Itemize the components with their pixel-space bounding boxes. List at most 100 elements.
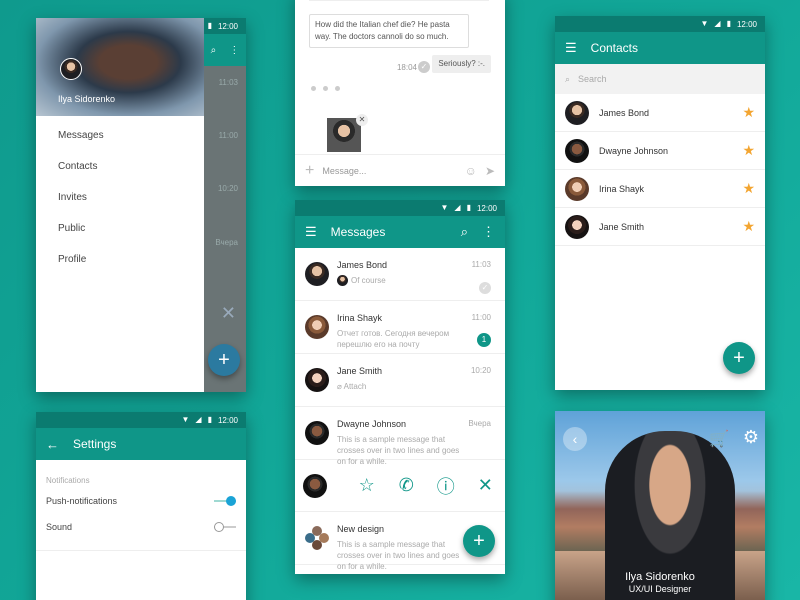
status-time: 12:00 bbox=[476, 203, 497, 213]
app-bar: ☰ Messages ⌕ ⋮ bbox=[295, 216, 505, 248]
messages-screen: ▼ ◢ ▮ 12:00 ☰ Messages ⌕ ⋮ James Bond Of… bbox=[295, 200, 505, 574]
avatar bbox=[565, 138, 589, 163]
avatar[interactable] bbox=[60, 58, 82, 80]
drawer-item-messages[interactable]: Messages bbox=[36, 126, 204, 157]
back-arrow-icon[interactable]: ‹ bbox=[563, 427, 587, 451]
drawer-item-public[interactable]: Public bbox=[36, 219, 204, 250]
app-bar: ☰ Contacts bbox=[555, 32, 765, 64]
message-preview: This is a sample message that crosses ov… bbox=[337, 540, 460, 571]
battery-icon: ▮ bbox=[466, 203, 471, 212]
message-row[interactable]: Jane Smith ⌀ Attach 10:20 bbox=[295, 354, 505, 407]
avatar bbox=[565, 100, 589, 125]
contact-row[interactable]: James Bond ★ bbox=[555, 94, 765, 132]
avatar bbox=[305, 262, 329, 286]
page-title: Messages bbox=[330, 225, 386, 239]
message-row[interactable]: James Bond Of course 11:03 ✓ bbox=[295, 248, 505, 301]
battery-icon: ▮ bbox=[207, 415, 212, 424]
signal-icon: ◢ bbox=[195, 415, 202, 424]
search-icon: ⌕ bbox=[565, 73, 571, 84]
divider bbox=[36, 550, 246, 551]
search-icon[interactable]: ⌕ bbox=[461, 224, 468, 240]
contact-row[interactable]: Irina Shayk ★ bbox=[555, 170, 765, 208]
phone-icon[interactable]: ✆ bbox=[387, 475, 427, 496]
attach-label: Attach bbox=[343, 382, 367, 391]
underlay-time: 11:00 bbox=[218, 131, 238, 140]
message-preview: Of course bbox=[351, 276, 386, 285]
message-preview: ⌀ Attach bbox=[337, 381, 465, 392]
plus-icon[interactable]: + bbox=[305, 162, 314, 180]
message-preview: This is a sample message that crosses ov… bbox=[337, 435, 460, 466]
contacts-screen: ▼ ◢ ▮ 12:00 ☰ Contacts ⌕ Search James Bo… bbox=[555, 16, 765, 390]
message-time: 11:00 bbox=[471, 313, 491, 322]
setting-row[interactable]: Push-notifications bbox=[36, 488, 246, 514]
drawer-item-profile[interactable]: Profile bbox=[36, 250, 204, 281]
search-bar[interactable]: ⌕ Search bbox=[555, 64, 765, 94]
contact-row[interactable]: Dwayne Johnson ★ bbox=[555, 132, 765, 170]
drawer-screen: ▮ 12:00 ⌕ ⋮ 11:03 11:00 10:20 Вчера ✕ + … bbox=[36, 18, 246, 392]
compose-fab-button[interactable]: + bbox=[463, 525, 495, 557]
status-time: 12:00 bbox=[217, 415, 238, 425]
drawer-user-name: Ilya Sidorenko bbox=[58, 94, 116, 104]
close-icon[interactable]: ✕ bbox=[356, 114, 368, 126]
gear-icon[interactable]: ⚙ bbox=[743, 427, 759, 448]
status-time: 12:00 bbox=[736, 19, 757, 29]
drawer-header: Ilya Sidorenko bbox=[36, 18, 204, 116]
drawer-item-invites[interactable]: Invites bbox=[36, 188, 204, 219]
sound-toggle[interactable] bbox=[214, 522, 236, 532]
divider bbox=[309, 0, 489, 1]
drawer-menu: Messages Contacts Invites Public Profile bbox=[36, 116, 204, 281]
smile-icon[interactable]: ☺ bbox=[465, 164, 477, 178]
avatar bbox=[303, 473, 327, 498]
cart-icon[interactable]: 🛒 bbox=[709, 429, 729, 449]
setting-row[interactable]: Sound bbox=[36, 514, 246, 540]
contact-row[interactable]: Jane Smith ★ bbox=[555, 208, 765, 246]
group-avatar bbox=[305, 526, 329, 550]
info-icon[interactable]: ⓘ bbox=[426, 473, 466, 499]
menu-icon[interactable]: ☰ bbox=[305, 224, 317, 240]
close-icon: ✕ bbox=[220, 303, 236, 323]
more-icon[interactable]: ⋮ bbox=[482, 224, 495, 240]
incoming-message: How did the Italian chef die? He pasta w… bbox=[309, 14, 469, 48]
chat-screen: How did the Italian chef die? He pasta w… bbox=[295, 0, 505, 186]
close-icon[interactable]: ✕ bbox=[466, 475, 506, 496]
contact-name: Irina Shayk bbox=[599, 183, 645, 194]
star-icon[interactable]: ★ bbox=[742, 180, 755, 197]
star-icon[interactable]: ★ bbox=[742, 142, 755, 159]
wifi-icon: ▼ bbox=[440, 203, 449, 212]
profile-role: UX/UI Designer bbox=[628, 584, 692, 594]
message-composer: + Message... ☺ ➤ bbox=[295, 154, 505, 186]
underlay-time: 10:20 bbox=[217, 184, 238, 193]
profile-name: Ilya Sidorenko bbox=[625, 571, 695, 583]
star-icon[interactable]: ★ bbox=[742, 104, 755, 121]
search-input[interactable]: Search bbox=[578, 74, 607, 84]
back-arrow-icon[interactable]: ← bbox=[46, 437, 59, 452]
avatar bbox=[565, 214, 589, 239]
message-row[interactable]: Irina Shayk Отчет готов. Сегодня вечером… bbox=[295, 301, 505, 354]
star-icon[interactable]: ☆ bbox=[347, 475, 387, 496]
avatar bbox=[305, 315, 329, 339]
star-icon[interactable]: ★ bbox=[742, 218, 755, 235]
message-row[interactable]: Dwayne Johnson This is a sample message … bbox=[295, 407, 505, 466]
message-time: Вчера bbox=[468, 419, 491, 428]
drawer-item-contacts[interactable]: Contacts bbox=[36, 157, 204, 188]
underlay-appbar: ⌕ ⋮ bbox=[204, 34, 246, 66]
plus-icon: + bbox=[473, 529, 485, 552]
attach-icon: ⌀ bbox=[337, 382, 344, 391]
message-input[interactable]: Message... bbox=[322, 166, 456, 176]
send-icon[interactable]: ➤ bbox=[485, 164, 495, 178]
battery-icon: ▮ bbox=[207, 21, 212, 30]
sender-name: James Bond bbox=[337, 260, 388, 270]
settings-screen: ▼ ◢ ▮ 12:00 ← Settings Notifications Pus… bbox=[36, 412, 246, 600]
wifi-icon: ▼ bbox=[181, 415, 190, 424]
message-time: 11:03 bbox=[471, 260, 491, 269]
search-icon: ⌕ bbox=[210, 44, 217, 56]
underlay-time: 11:03 bbox=[218, 78, 238, 87]
status-bar: ▼ ◢ ▮ 12:00 bbox=[555, 16, 765, 32]
contact-name: Jane Smith bbox=[599, 221, 645, 232]
push-notifications-toggle[interactable] bbox=[214, 496, 236, 506]
add-contact-fab-button[interactable]: + bbox=[723, 342, 755, 374]
sender-name: Jane Smith bbox=[337, 366, 383, 376]
plus-icon: + bbox=[733, 346, 745, 369]
menu-icon[interactable]: ☰ bbox=[565, 40, 577, 56]
setting-label: Sound bbox=[46, 522, 73, 532]
